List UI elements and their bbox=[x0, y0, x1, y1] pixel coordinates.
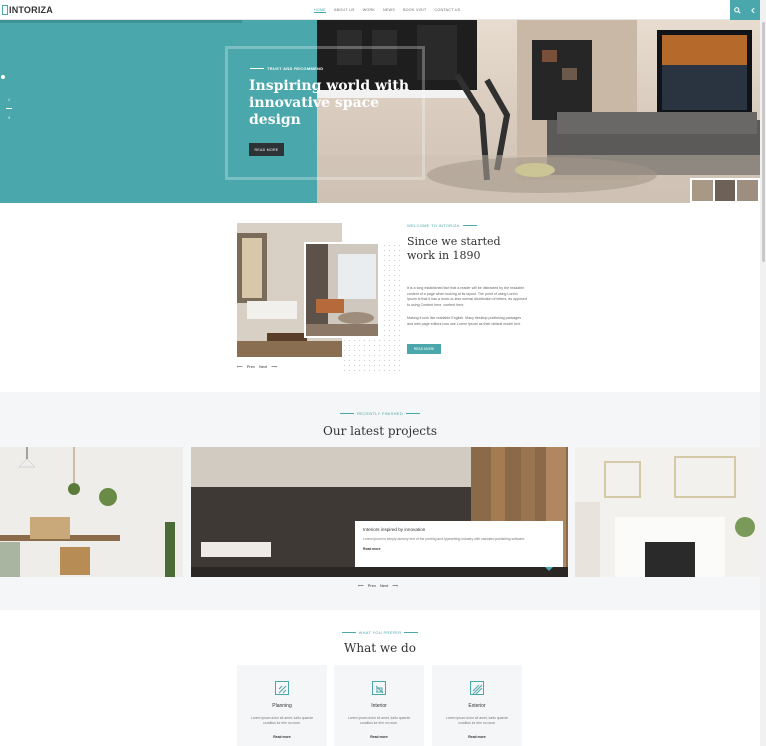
hero-thumbnail-3[interactable] bbox=[737, 180, 759, 201]
service-text: Lorem ipsum dolor sit amet, kaito quande… bbox=[347, 716, 411, 725]
nav-work[interactable]: WORK bbox=[363, 8, 375, 13]
arrow-left-icon[interactable]: ⟵ bbox=[358, 583, 364, 588]
projects-eyebrow-text: RECENTLY FINISHED bbox=[357, 411, 403, 416]
service-title: Interior bbox=[371, 703, 387, 709]
arrow-right-icon[interactable]: ⟶ bbox=[271, 364, 277, 369]
about-next-link[interactable]: Next bbox=[259, 364, 267, 369]
service-read-more[interactable]: Read more bbox=[334, 735, 424, 739]
arrow-left-icon[interactable]: ⟵ bbox=[237, 364, 243, 369]
projects-eyebrow: RECENTLY FINISHED bbox=[0, 411, 760, 416]
hero-progress-bar bbox=[0, 20, 242, 23]
planning-icon bbox=[275, 681, 289, 695]
about-paragraph-2: Making it look like readable English. Ma… bbox=[407, 316, 522, 326]
project-image-left[interactable] bbox=[0, 447, 183, 577]
slide-number-1[interactable]: 1 bbox=[8, 98, 10, 102]
about-slider-nav: ⟵ Prev Next ⟶ bbox=[237, 364, 277, 369]
about-image-secondary bbox=[304, 242, 380, 338]
projects-title: Our latest projects bbox=[323, 424, 437, 438]
page: INTORIZA HOME ABOUT US WORK NEWS BOOK VI… bbox=[0, 0, 766, 746]
services-eyebrow-text: WHAT YOU PREFER bbox=[358, 630, 402, 635]
lounge-photo bbox=[306, 244, 378, 336]
projects-next-link[interactable]: Next bbox=[380, 583, 388, 588]
interior-icon bbox=[372, 681, 386, 695]
fireplace-room-photo bbox=[575, 447, 760, 577]
project-image-right[interactable] bbox=[575, 447, 760, 577]
arrow-right-icon[interactable]: ⟶ bbox=[392, 583, 398, 588]
about-paragraph-1: It is a long established fact that a rea… bbox=[407, 286, 527, 307]
header-actions bbox=[730, 0, 760, 20]
hero-thumbnails bbox=[690, 178, 760, 203]
service-title: Exterior bbox=[468, 703, 486, 709]
nav-about-us[interactable]: ABOUT US bbox=[334, 8, 355, 13]
slide-number-3[interactable]: 3 bbox=[8, 116, 10, 120]
chevron-left-icon bbox=[750, 7, 755, 13]
hero-thumbnail-1[interactable] bbox=[692, 180, 713, 201]
service-card-planning[interactable]: Planning Lorem ipsum dolor sit amet, kai… bbox=[237, 665, 327, 746]
projects-slider-nav: ⟵ Prev Next ⟶ bbox=[358, 583, 398, 588]
slide-dot-active[interactable] bbox=[0, 74, 6, 80]
nav-home[interactable]: HOME bbox=[314, 8, 326, 13]
nav-book-visit[interactable]: BOOK VISIT bbox=[403, 8, 426, 13]
service-text: Lorem ipsum dolor sit amet, kaito quande… bbox=[250, 716, 314, 725]
hero-thumbnail-2[interactable] bbox=[714, 180, 736, 201]
projects-prev-link[interactable]: Prev bbox=[368, 583, 376, 588]
hero-read-more-button[interactable]: READ MORE bbox=[249, 143, 284, 156]
nav-news[interactable]: NEWS bbox=[383, 8, 395, 13]
service-read-more[interactable]: Read more bbox=[432, 735, 522, 739]
nav-contact-us[interactable]: CONTACT US bbox=[434, 8, 460, 13]
project-card-title[interactable]: Interiors inspired by innovation bbox=[363, 527, 555, 532]
search-icon bbox=[734, 6, 741, 14]
logo-text: INTORIZA bbox=[9, 5, 53, 15]
search-button[interactable] bbox=[730, 0, 745, 20]
scrollbar-thumb[interactable] bbox=[762, 22, 765, 262]
slide-indicator-line bbox=[6, 108, 12, 109]
service-card-interior[interactable]: Interior Lorem ipsum dolor sit amet, kai… bbox=[334, 665, 424, 746]
card-pointer-icon bbox=[545, 567, 553, 571]
services-title: What we do bbox=[344, 641, 416, 655]
project-card-text: Lorem ipsum is simply dummy text of the … bbox=[363, 537, 526, 541]
service-read-more[interactable]: Read more bbox=[237, 735, 327, 739]
site-header: INTORIZA HOME ABOUT US WORK NEWS BOOK VI… bbox=[0, 0, 760, 20]
project-info-card: Interiors inspired by innovation Lorem i… bbox=[355, 521, 563, 571]
about-eyebrow-text: WELCOME TO INTORIZA bbox=[407, 223, 460, 228]
service-card-exterior[interactable]: Exterior Lorem ipsum dolor sit amet, kai… bbox=[432, 665, 522, 746]
menu-toggle-button[interactable] bbox=[745, 0, 760, 20]
about-title: Since we started work in 1890 bbox=[407, 235, 501, 262]
about-eyebrow: WELCOME TO INTORIZA bbox=[407, 223, 477, 228]
hero-eyebrow: TRUST AND RECOMMEND bbox=[250, 66, 323, 71]
logo-icon bbox=[2, 5, 8, 15]
services-eyebrow: WHAT YOU PREFER bbox=[0, 630, 760, 635]
project-card-read-more[interactable]: Read more bbox=[363, 547, 555, 551]
main-nav: HOME ABOUT US WORK NEWS BOOK VISIT CONTA… bbox=[314, 8, 460, 13]
service-title: Planning bbox=[272, 703, 292, 709]
plants-room-photo bbox=[0, 447, 183, 577]
logo[interactable]: INTORIZA bbox=[2, 4, 53, 16]
hero-slider: 1 3 TRUST AND RECOMMEND Inspiring world … bbox=[0, 20, 760, 203]
about-read-more-button[interactable]: READ MORE bbox=[407, 344, 441, 354]
service-text: Lorem ipsum dolor sit amet, kaito quande… bbox=[445, 716, 509, 725]
about-prev-link[interactable]: Prev bbox=[247, 364, 255, 369]
hero-title: Inspiring world with innovative space de… bbox=[249, 78, 410, 128]
hero-eyebrow-text: TRUST AND RECOMMEND bbox=[267, 66, 324, 71]
exterior-icon bbox=[470, 681, 484, 695]
